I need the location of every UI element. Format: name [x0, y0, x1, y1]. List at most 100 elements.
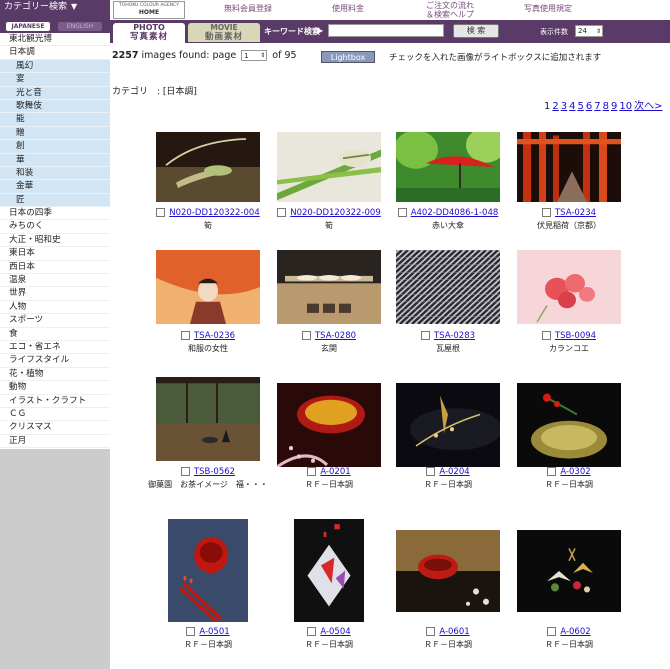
lightbox-button[interactable]: Lightbox — [321, 51, 375, 63]
lang-english-button[interactable]: ENGLISH — [58, 22, 102, 31]
image-code-link[interactable]: TSA-0280 — [315, 331, 356, 341]
lightbox-checkbox[interactable] — [547, 467, 557, 476]
sidebar-item-26[interactable]: 動物 — [0, 381, 110, 395]
sidebar-item-24[interactable]: ライフスタイル — [0, 354, 110, 368]
sidebar-item-10[interactable]: 和装 — [0, 166, 110, 181]
nav-usage-terms[interactable]: 写真使用規定 — [524, 4, 572, 13]
image-code-link[interactable]: A-0601 — [439, 627, 469, 637]
red-bowl-chopsticks-photo[interactable] — [168, 519, 248, 624]
sidebar-item-28[interactable]: ＣＧ — [0, 408, 110, 422]
lightbox-checkbox[interactable] — [180, 467, 190, 476]
gold-plate-photo[interactable] — [517, 383, 621, 467]
image-code-link[interactable]: A-0302 — [560, 467, 590, 477]
entrance-photo[interactable] — [277, 250, 381, 324]
sidebar-item-20[interactable]: 人物 — [0, 301, 110, 315]
sidebar-item-8[interactable]: 創 — [0, 140, 110, 154]
keyword-search-input[interactable] — [328, 24, 444, 37]
bamboo-shoot-photo[interactable] — [156, 132, 260, 202]
tab-movie[interactable]: MOVIE 動画素材 — [188, 23, 260, 42]
paper-cranes-photo[interactable] — [517, 530, 621, 612]
sidebar-item-6[interactable]: 能 — [0, 113, 110, 127]
nav-free-registration[interactable]: 無料会員登録 — [224, 4, 272, 13]
sidebar-item-9[interactable]: 華 — [0, 153, 110, 167]
image-code-link[interactable]: TSA-0236 — [194, 331, 235, 341]
tile-roof-photo[interactable] — [315, 249, 577, 325]
search-button[interactable]: 検 索 — [453, 24, 499, 38]
kalanchoe-photo[interactable] — [517, 250, 621, 324]
sidebar-item-2[interactable]: 風幻 — [0, 59, 110, 74]
sidebar-item-12[interactable]: 匠 — [0, 193, 110, 208]
lightbox-checkbox[interactable] — [307, 467, 317, 476]
image-code-link[interactable]: A-0602 — [560, 627, 590, 637]
per-page-select[interactable]: 24 ⇕ — [575, 25, 603, 37]
page-select[interactable]: 1 ⇕ — [241, 50, 268, 61]
image-code-link[interactable]: A-0501 — [199, 627, 229, 637]
image-code-link[interactable]: A-0201 — [320, 467, 350, 477]
lightbox-checkbox[interactable] — [541, 331, 551, 340]
sake-cup-photo[interactable] — [396, 530, 500, 612]
sidebar-item-29[interactable]: クリスマス — [0, 421, 110, 435]
origami-photo[interactable] — [294, 519, 364, 622]
image-code-link[interactable]: TSA-0283 — [434, 331, 475, 341]
lightbox-checkbox[interactable] — [307, 627, 317, 636]
page-next-link[interactable]: 次へ> — [634, 101, 662, 112]
image-code-link[interactable]: N020-DD120322-004 — [169, 208, 259, 218]
image-code-link[interactable]: A402-DD4086-1-048 — [411, 208, 499, 218]
lightbox-checkbox[interactable] — [397, 208, 407, 217]
torii-gates-photo[interactable] — [517, 132, 621, 202]
image-code-link[interactable]: TSA-0234 — [555, 208, 596, 218]
image-code-link[interactable]: TSB-0094 — [555, 331, 596, 341]
lightbox-checkbox[interactable] — [541, 208, 551, 217]
nav-pricing[interactable]: 使用料金 — [332, 4, 364, 13]
page-link-9[interactable]: 9 — [611, 101, 617, 112]
lightbox-checkbox[interactable] — [426, 467, 436, 476]
sidebar-item-14[interactable]: みちのく — [0, 220, 110, 234]
sidebar-item-5[interactable]: 歌舞伎 — [0, 99, 110, 114]
page-link-3[interactable]: 3 — [561, 101, 567, 112]
lightbox-checkbox[interactable] — [426, 627, 436, 636]
lightbox-checkbox[interactable] — [156, 208, 166, 217]
page-link-7[interactable]: 7 — [594, 101, 600, 112]
page-link-8[interactable]: 8 — [603, 101, 609, 112]
sidebar-item-25[interactable]: 花・植物 — [0, 368, 110, 382]
home-logo-link[interactable]: TOHOKU COLOUR AGENCY HOME — [113, 1, 185, 19]
nav-order-help[interactable]: ご注文の流れ ＆検索ヘルプ — [426, 1, 474, 19]
sidebar-item-18[interactable]: 温泉 — [0, 274, 110, 288]
image-code-link[interactable]: A-0504 — [320, 627, 350, 637]
red-umbrella-photo[interactable] — [394, 127, 506, 202]
lightbox-checkbox[interactable] — [186, 627, 196, 636]
lightbox-checkbox[interactable] — [420, 331, 430, 340]
image-code-link[interactable]: A-0204 — [439, 467, 469, 477]
sidebar-item-30[interactable]: 正月 — [0, 435, 110, 449]
sidebar-item-27[interactable]: イラスト・クラフト — [0, 395, 110, 408]
page-link-4[interactable]: 4 — [569, 101, 575, 112]
image-code-link[interactable]: N020-DD120322-009 — [290, 208, 380, 218]
page-link-2[interactable]: 2 — [552, 101, 558, 112]
lightbox-checkbox[interactable] — [301, 331, 311, 340]
sidebar-item-22[interactable]: 食 — [0, 328, 110, 341]
image-code-link[interactable]: TSB-0562 — [194, 467, 235, 477]
tab-photo[interactable]: PHOTO 写真素材 — [113, 23, 185, 43]
sidebar-item-21[interactable]: スポーツ — [0, 314, 110, 328]
lightbox-checkbox[interactable] — [547, 627, 557, 636]
sidebar-item-17[interactable]: 西日本 — [0, 261, 110, 275]
page-link-10[interactable]: 10 — [619, 101, 632, 112]
page-link-6[interactable]: 6 — [586, 101, 592, 112]
sidebar-item-3[interactable]: 宴 — [0, 73, 110, 87]
lightbox-checkbox[interactable] — [180, 331, 190, 340]
sidebar-item-7[interactable]: 贈 — [0, 126, 110, 141]
sidebar-item-23[interactable]: エコ・省エネ — [0, 341, 110, 355]
category-search-header[interactable]: カテゴリー検索 ▼ — [0, 0, 110, 22]
page-link-5[interactable]: 5 — [578, 101, 584, 112]
lang-japanese-button[interactable]: JAPANESE — [6, 22, 50, 31]
sidebar-item-11[interactable]: 金華 — [0, 180, 110, 194]
sidebar-item-16[interactable]: 東日本 — [0, 247, 110, 261]
sidebar-item-13[interactable]: 日本の四季 — [0, 207, 110, 221]
bamboo-leaf-photo[interactable] — [277, 132, 381, 202]
sidebar-item-15[interactable]: 大正・昭和史 — [0, 234, 110, 248]
kimono-woman-photo[interactable] — [156, 250, 260, 324]
sidebar-item-4[interactable]: 光と音 — [0, 86, 110, 100]
sidebar-item-1[interactable]: 日本調 — [0, 46, 110, 60]
lightbox-checkbox[interactable] — [277, 208, 287, 217]
gold-glass-photo[interactable] — [396, 383, 502, 467]
